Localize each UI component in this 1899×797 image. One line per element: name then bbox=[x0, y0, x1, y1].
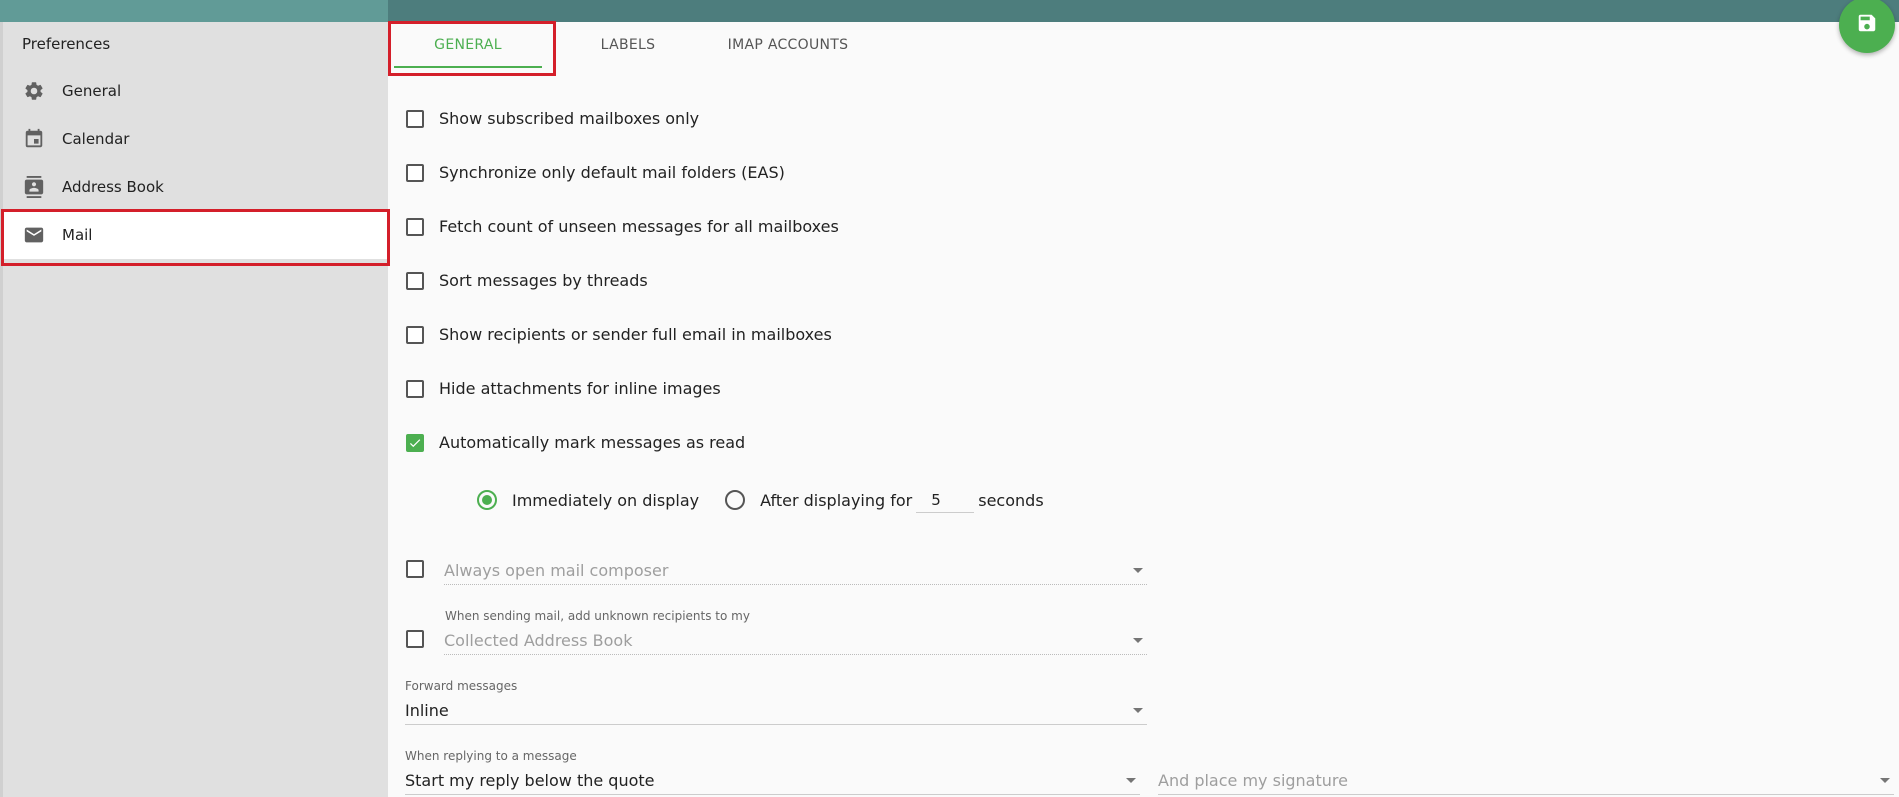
reply-position-select[interactable]: Start my reply below the quote bbox=[405, 765, 1140, 795]
tab-bar: GENERAL LABELS IMAP ACCOUNTS bbox=[388, 22, 868, 72]
radio-after-delay-label: After displaying for bbox=[760, 490, 913, 510]
tab-labels[interactable]: LABELS bbox=[548, 22, 708, 68]
option-hide-attachments[interactable]: Hide attachments for inline images bbox=[406, 379, 721, 398]
checkbox[interactable] bbox=[406, 271, 424, 290]
forward-messages-value: Inline bbox=[405, 701, 449, 720]
radio-after-delay[interactable] bbox=[725, 490, 746, 510]
sidebar-item-label: General bbox=[62, 82, 122, 100]
option-fetch-unseen-count[interactable]: Fetch count of unseen messages for all m… bbox=[406, 217, 839, 236]
calendar-icon bbox=[23, 128, 45, 150]
mark-read-timing: Immediately on display After displaying … bbox=[477, 487, 1044, 513]
option-collect-recipients[interactable] bbox=[406, 630, 424, 648]
contacts-icon bbox=[23, 176, 45, 198]
sidebar-item-label: Mail bbox=[62, 226, 93, 244]
checkbox[interactable] bbox=[406, 560, 424, 578]
chevron-down-icon bbox=[1133, 638, 1143, 643]
tab-general[interactable]: GENERAL bbox=[388, 22, 548, 68]
sidebar-item-address-book[interactable]: Address Book bbox=[3, 163, 388, 211]
option-label: Show subscribed mailboxes only bbox=[439, 109, 700, 128]
chevron-down-icon bbox=[1133, 568, 1143, 573]
option-open-composer[interactable] bbox=[406, 560, 424, 578]
option-show-full-email[interactable]: Show recipients or sender full email in … bbox=[406, 325, 832, 344]
checkbox[interactable] bbox=[406, 217, 424, 236]
checkbox[interactable] bbox=[406, 379, 424, 398]
top-bar bbox=[388, 0, 1899, 22]
sidebar-item-mail[interactable]: Mail bbox=[3, 211, 388, 259]
option-label: Synchronize only default mail folders (E… bbox=[439, 163, 785, 182]
option-show-subscribed[interactable]: Show subscribed mailboxes only bbox=[406, 109, 699, 128]
preferences-sidebar: Preferences General Calendar Address Boo… bbox=[0, 22, 388, 797]
option-sort-threads[interactable]: Sort messages by threads bbox=[406, 271, 648, 290]
checkbox[interactable] bbox=[406, 109, 424, 128]
tab-label: IMAP ACCOUNTS bbox=[727, 37, 849, 53]
checkbox[interactable] bbox=[406, 630, 424, 648]
radio-immediately[interactable] bbox=[477, 490, 497, 510]
reply-position-value: Start my reply below the quote bbox=[405, 771, 655, 790]
seconds-label: seconds bbox=[978, 490, 1044, 510]
option-label: Sort messages by threads bbox=[439, 271, 648, 290]
address-book-select-value: Collected Address Book bbox=[444, 631, 633, 650]
checkbox[interactable] bbox=[406, 325, 424, 344]
reply-label: When replying to a message bbox=[405, 749, 577, 763]
gear-icon bbox=[23, 80, 45, 102]
sidebar-item-general[interactable]: General bbox=[3, 67, 388, 115]
sidebar-item-label: Calendar bbox=[62, 130, 130, 148]
option-sync-default-folders[interactable]: Synchronize only default mail folders (E… bbox=[406, 163, 785, 182]
signature-position-select[interactable]: And place my signature bbox=[1158, 765, 1894, 795]
signature-position-placeholder: And place my signature bbox=[1158, 771, 1348, 790]
radio-dot bbox=[482, 495, 492, 505]
forward-messages-label: Forward messages bbox=[405, 679, 518, 693]
chevron-down-icon bbox=[1133, 708, 1143, 713]
checkbox[interactable] bbox=[406, 163, 424, 182]
option-label: Show recipients or sender full email in … bbox=[439, 325, 832, 344]
collect-recipients-label: When sending mail, add unknown recipient… bbox=[445, 609, 750, 623]
save-button[interactable] bbox=[1839, 0, 1895, 53]
option-auto-mark-read[interactable]: Automatically mark messages as read bbox=[406, 433, 745, 452]
composer-select-placeholder: Always open mail composer bbox=[444, 561, 669, 580]
tab-imap-accounts[interactable]: IMAP ACCOUNTS bbox=[708, 22, 868, 68]
forward-messages-select[interactable]: Inline bbox=[405, 695, 1147, 725]
seconds-input[interactable] bbox=[916, 487, 975, 513]
option-label: Hide attachments for inline images bbox=[439, 379, 721, 398]
mail-icon bbox=[23, 224, 45, 246]
tab-label: LABELS bbox=[600, 37, 656, 53]
tab-label: GENERAL bbox=[434, 37, 502, 53]
address-book-select[interactable]: Collected Address Book bbox=[444, 625, 1147, 655]
composer-select[interactable]: Always open mail composer bbox=[444, 555, 1147, 585]
checkbox-checked[interactable] bbox=[406, 433, 424, 452]
chevron-down-icon bbox=[1126, 778, 1136, 783]
top-bar-left bbox=[0, 0, 388, 22]
sidebar-item-calendar[interactable]: Calendar bbox=[3, 115, 388, 163]
option-label: Fetch count of unseen messages for all m… bbox=[439, 217, 839, 236]
tab-indicator bbox=[394, 66, 542, 68]
save-icon bbox=[1856, 12, 1878, 38]
radio-immediately-label: Immediately on display bbox=[512, 490, 700, 510]
sidebar-item-label: Address Book bbox=[62, 178, 164, 196]
chevron-down-icon bbox=[1880, 778, 1890, 783]
option-label: Automatically mark messages as read bbox=[439, 433, 746, 452]
check-icon bbox=[409, 438, 421, 447]
sidebar-title: Preferences bbox=[22, 35, 111, 53]
